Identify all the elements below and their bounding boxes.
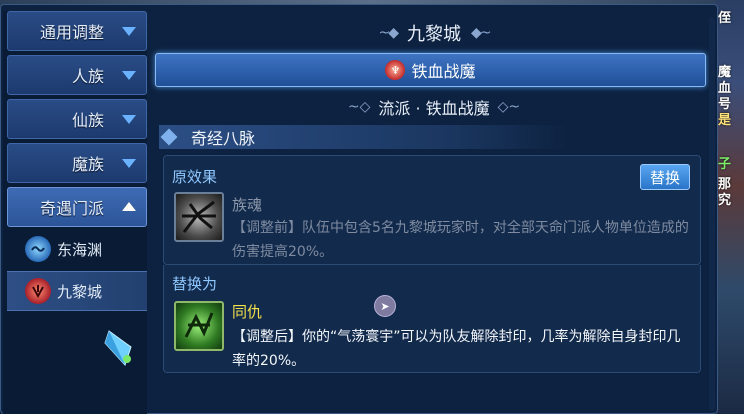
scene-text: 那	[718, 177, 732, 192]
skill-description: 【调整前】队伍中包含5名九黎城玩家时，对全部天命门派人物单位造成的伤害提高20%…	[232, 220, 689, 260]
replace-button-label: 替换	[649, 168, 680, 187]
school-banner[interactable]: ♆ 铁血战魔	[155, 53, 706, 87]
shadow-claw-icon	[174, 192, 224, 242]
skill-description: 【调整后】你的“气荡寰宇”可以为队友解除封印，几率为解除自身封印几率的20%。	[232, 329, 681, 369]
replacement-effect-card: 替换为 同仇 ➤ 【调整后】你的“气荡寰宇”可以为队友解除封印，几率为解除自身封…	[163, 265, 701, 373]
sidebar: 通用调整 人族 仙族 魔族 奇遇门派 东海渊 九黎城	[3, 11, 147, 414]
chevron-up-icon	[122, 202, 136, 211]
ornament-right-icon: ◆~	[471, 25, 491, 41]
ornament-right-icon: ◇~	[497, 99, 521, 115]
school-banner-label: 铁血战魔	[411, 62, 476, 81]
scene-text: 号	[718, 97, 732, 112]
sidebar-subitem-label: 东海渊	[57, 240, 103, 259]
sidebar-item-label: 人族	[71, 67, 104, 86]
section-title: 奇经八脉	[191, 129, 256, 148]
scene-text: 是	[718, 113, 732, 128]
sidebar-item-label: 魔族	[71, 155, 104, 174]
scrollbar[interactable]	[709, 17, 715, 411]
sidebar-subitem-jiulicheng[interactable]: 九黎城	[7, 271, 147, 311]
demon-emblem-icon	[25, 278, 51, 304]
original-label: 原效果	[172, 168, 218, 186]
sidebar-item-human[interactable]: 人族	[7, 55, 147, 95]
sidebar-item-demon[interactable]: 魔族	[7, 143, 147, 183]
page-title-text: 九黎城	[407, 24, 461, 45]
game-scene-right: 侄 魔 血 号 是 子 那 究	[716, 0, 744, 414]
diamond-icon	[160, 128, 178, 146]
skill-name: 同仇	[232, 303, 263, 321]
green-rune-icon	[174, 301, 224, 351]
original-effect-card: 原效果 替换 族魂 【调整前】队伍中包含5名九黎城玩家时，对全部天命门派人物单位…	[163, 155, 701, 265]
sidebar-subitem-donghaiyuan[interactable]: 东海渊	[7, 229, 147, 269]
scene-text: 究	[718, 193, 732, 208]
ornament-left-icon: ~◆	[378, 25, 399, 41]
sidebar-item-label: 通用调整	[39, 23, 104, 42]
chevron-down-icon	[122, 27, 136, 36]
wave-emblem-icon	[25, 236, 51, 262]
scene-text: 子	[718, 157, 732, 172]
pointer-icon[interactable]: ➤	[374, 295, 396, 317]
school-subtitle: ~◇ 流派 · 铁血战魔 ◇~	[151, 95, 717, 119]
skill-name: 族魂	[232, 196, 263, 214]
sidebar-item-immortal[interactable]: 仙族	[7, 99, 147, 139]
main-panel: ~◆ 九黎城 ◆~ ♆ 铁血战魔 ~◇ 流派 · 铁血战魔 ◇~ 奇经八脉 原效…	[151, 11, 717, 414]
section-header: 奇经八脉	[159, 125, 569, 149]
sidebar-item-general[interactable]: 通用调整	[7, 11, 147, 51]
page-title: ~◆ 九黎城 ◆~	[151, 19, 717, 47]
scene-text: 侄	[718, 11, 732, 26]
chevron-down-icon	[122, 159, 136, 168]
demon-emblem-icon: ♆	[385, 60, 406, 80]
replacement-label: 替换为	[172, 275, 218, 293]
school-subtitle-text: 流派 · 铁血战魔	[378, 99, 490, 118]
crystal-icon	[104, 330, 132, 366]
sidebar-item-label: 仙族	[71, 111, 104, 130]
scene-text: 血	[718, 81, 732, 96]
rules-window: 通用调整 人族 仙族 魔族 奇遇门派 东海渊 九黎城 ~◆ 九黎城 ◆~ ♆ 铁…	[0, 4, 718, 414]
sidebar-subitem-label: 九黎城	[57, 282, 103, 301]
scene-text: 魔	[718, 65, 732, 80]
ornament-left-icon: ~◇	[347, 99, 371, 115]
chevron-down-icon	[122, 71, 136, 80]
sidebar-item-adventure[interactable]: 奇遇门派	[7, 187, 147, 227]
chevron-down-icon	[122, 115, 136, 124]
replace-button[interactable]: 替换	[640, 164, 690, 190]
sidebar-item-label: 奇遇门派	[39, 199, 104, 218]
